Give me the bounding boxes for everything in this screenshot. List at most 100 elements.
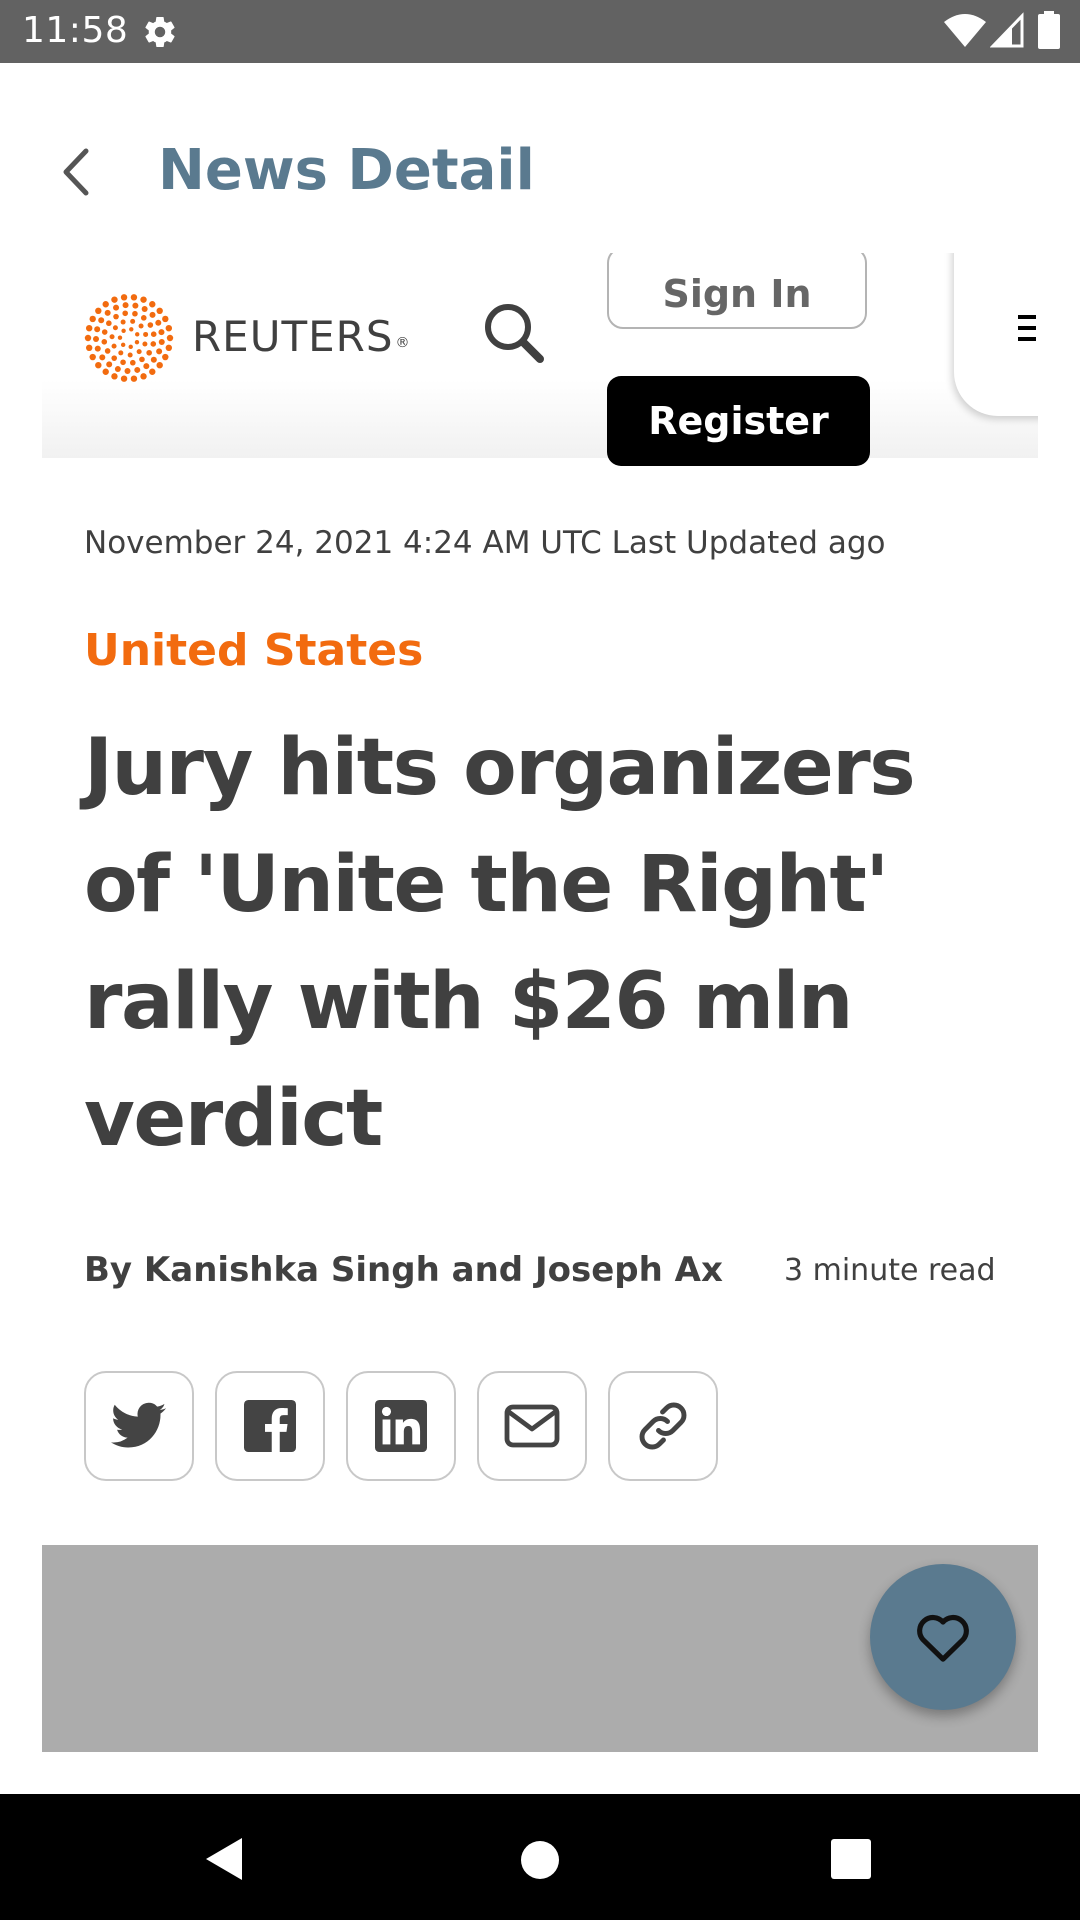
logo-dot [136, 349, 142, 355]
logo-dot [130, 318, 136, 324]
logo-dot [113, 313, 119, 320]
battery-icon [1038, 11, 1060, 49]
email-icon [504, 1404, 560, 1448]
logo-dot [158, 329, 165, 336]
logo-dot [132, 310, 138, 317]
logo-dot [120, 359, 126, 366]
read-time: 3 minute read [784, 1253, 996, 1288]
settings-icon [145, 17, 175, 48]
logo-dot [111, 355, 118, 361]
logo-dot [143, 363, 150, 370]
logo-dot [140, 373, 147, 380]
logo-dot [140, 315, 147, 321]
article-webview: REUTERS ® Sign In Register November 24, 2… [42, 253, 1038, 1753]
logo-dot [156, 361, 163, 369]
logo-dot [99, 354, 106, 361]
nav-home-icon[interactable] [518, 1838, 562, 1882]
favorite-button[interactable] [870, 1564, 1016, 1710]
share-twitter-button[interactable] [84, 1371, 194, 1481]
logo-dot [101, 339, 108, 345]
reuters-logo-icon[interactable] [84, 293, 174, 383]
menu-icon[interactable] [1018, 313, 1036, 343]
logo-dot [102, 301, 109, 308]
logo-dot [156, 307, 163, 315]
logo-dot [149, 311, 156, 318]
logo-dot [129, 327, 134, 332]
sign-in-button[interactable]: Sign In [607, 253, 867, 329]
logo-dot [101, 329, 108, 335]
logo-dot [150, 341, 157, 347]
search-icon[interactable] [480, 299, 548, 367]
logo-dot [162, 353, 169, 361]
logo-dot [94, 326, 101, 333]
logo-dot [149, 301, 156, 308]
linkedin-icon [375, 1400, 427, 1452]
logo-dot [155, 319, 162, 326]
logo-dot [114, 366, 121, 373]
logo-dot [141, 305, 148, 312]
signal-icon [990, 12, 1024, 48]
share-link-button[interactable] [608, 1371, 718, 1481]
logo-dot [104, 348, 111, 354]
logo-dot [85, 324, 93, 332]
registered-mark: ® [395, 335, 411, 351]
status-bar: 11:58 [0, 0, 1080, 63]
logo-dot [134, 366, 141, 373]
logo-dot [94, 345, 101, 352]
logo-dot [121, 328, 126, 333]
logo-dot [147, 322, 154, 328]
register-button[interactable]: Register [607, 376, 870, 466]
nav-recents-icon[interactable] [830, 1838, 872, 1880]
logo-dot [111, 373, 118, 380]
wifi-icon [944, 14, 986, 47]
logo-dot [146, 349, 152, 356]
logo-dot [89, 315, 96, 323]
logo-dot [93, 335, 100, 342]
brand-name: REUTERS [192, 312, 394, 361]
logo-dot [113, 304, 120, 311]
logo-dot [150, 356, 157, 363]
menu-panel[interactable] [954, 253, 1038, 416]
logo-dot [120, 342, 126, 348]
logo-dot [106, 361, 113, 368]
logo-dot [95, 307, 102, 315]
logo-dot [142, 341, 148, 347]
logo-dot [165, 344, 173, 352]
article-date: November 24, 2021 4:24 AM UTC Last Updat… [84, 525, 886, 561]
share-buttons [84, 1371, 784, 1481]
back-arrow-icon[interactable] [42, 137, 112, 207]
logo-dot [139, 356, 145, 363]
reuters-wordmark[interactable]: REUTERS ® [192, 311, 411, 363]
site-header: REUTERS ® Sign In Register [42, 253, 1038, 466]
link-icon [639, 1402, 687, 1450]
article-byline[interactable]: By Kanishka Singh and Joseph Ax [84, 1248, 723, 1292]
share-facebook-button[interactable] [215, 1371, 325, 1481]
logo-dot [120, 294, 128, 301]
logo-dot [138, 323, 144, 329]
article-section-link[interactable]: United States [84, 623, 423, 679]
logo-dot [149, 368, 156, 375]
logo-dot [134, 339, 140, 345]
logo-dot [111, 296, 118, 303]
logo-dot [118, 350, 124, 356]
logo-dot [156, 348, 163, 355]
logo-dot [130, 294, 138, 301]
logo-dot [111, 343, 117, 349]
logo-dot [135, 332, 140, 337]
heart-icon [917, 1614, 969, 1662]
logo-dot [102, 368, 109, 375]
nav-back-icon[interactable] [200, 1834, 250, 1884]
logo-dot [112, 325, 118, 331]
logo-dot [150, 331, 157, 337]
logo-dot [106, 320, 112, 327]
article-headline: Jury hits organizers of 'Unite the Right… [84, 723, 916, 1164]
share-email-button[interactable] [477, 1371, 587, 1481]
logo-dot [89, 353, 96, 361]
logo-dot [84, 334, 92, 342]
logo-dot [165, 324, 173, 332]
logo-dot [128, 344, 133, 350]
logo-dot [162, 315, 169, 323]
share-linkedin-button[interactable] [346, 1371, 456, 1481]
logo-dot [166, 334, 174, 342]
logo-dot [130, 375, 138, 382]
